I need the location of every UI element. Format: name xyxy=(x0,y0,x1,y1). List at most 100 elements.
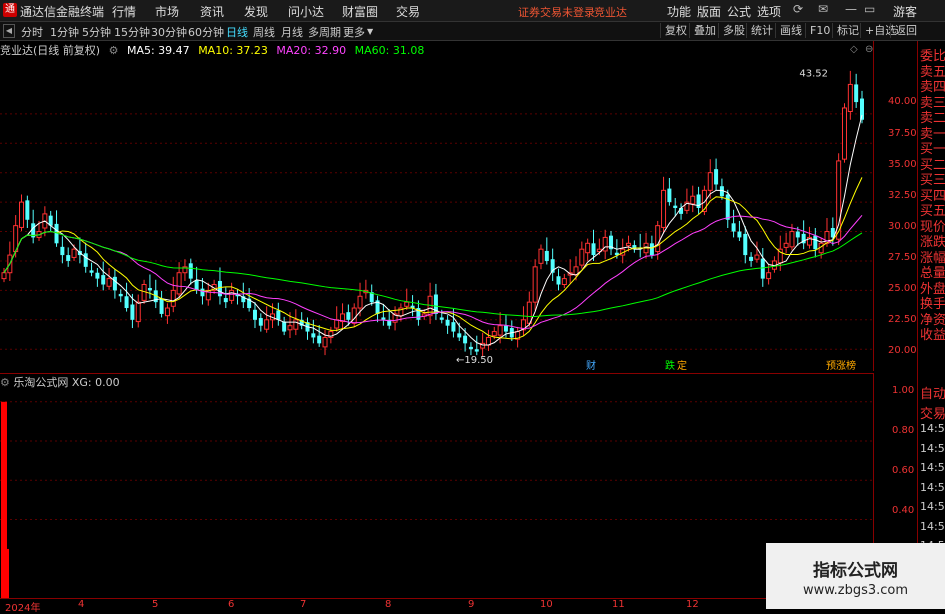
candle[interactable] xyxy=(25,195,30,229)
candle[interactable] xyxy=(101,261,106,291)
candle[interactable] xyxy=(737,220,742,241)
candle[interactable] xyxy=(205,282,211,306)
candle[interactable] xyxy=(643,232,649,259)
tab-30min[interactable]: 30分钟 xyxy=(151,24,187,40)
refresh-icon[interactable]: ⟳ xyxy=(793,2,803,16)
trade-label[interactable]: 交易 xyxy=(920,403,945,422)
candle[interactable] xyxy=(684,188,690,214)
candle[interactable] xyxy=(556,268,561,291)
settings-icon[interactable]: ⚙ xyxy=(109,44,119,57)
back-arrow-icon[interactable]: ◀ xyxy=(3,24,15,38)
candle[interactable] xyxy=(66,247,71,267)
candle[interactable] xyxy=(667,177,672,206)
candle[interactable] xyxy=(170,276,176,313)
candle[interactable] xyxy=(159,290,164,318)
candle[interactable] xyxy=(749,252,754,267)
candle[interactable] xyxy=(515,326,521,348)
tab-1min[interactable]: 1分钟 xyxy=(50,24,79,40)
candle[interactable] xyxy=(445,315,450,334)
candle[interactable] xyxy=(609,230,614,256)
candle[interactable] xyxy=(538,244,544,270)
candle[interactable] xyxy=(363,279,369,299)
restore-icon[interactable]: ▭ xyxy=(864,2,875,16)
mail-icon[interactable]: ✉ xyxy=(818,2,828,16)
menu-item-ask[interactable]: 问小达 xyxy=(288,3,324,20)
trade-label[interactable]: 自动 xyxy=(920,383,945,402)
candlestick-chart[interactable]: 43.52 ←19.50 财 跌定 预涨榜 ◇ ⊖ xyxy=(0,41,873,371)
candle[interactable] xyxy=(485,329,491,351)
multi-stock-button[interactable]: 多股 xyxy=(718,23,749,38)
menu-item-wealth[interactable]: 财富圈 xyxy=(342,3,378,20)
candle[interactable] xyxy=(317,325,322,347)
candle[interactable] xyxy=(106,268,112,290)
menu-item-function[interactable]: 功能 xyxy=(667,3,691,20)
candle[interactable] xyxy=(806,226,812,249)
return-button[interactable]: 返回 xyxy=(890,23,921,38)
candle[interactable] xyxy=(135,294,141,328)
candle[interactable] xyxy=(241,282,246,309)
candle[interactable] xyxy=(544,237,549,265)
candle[interactable] xyxy=(731,209,736,238)
menu-item-trade[interactable]: 交易 xyxy=(396,3,420,20)
tab-intraday[interactable]: 分时 xyxy=(21,24,43,40)
menu-item-layout[interactable]: 版面 xyxy=(697,3,721,20)
candle[interactable] xyxy=(427,282,433,324)
candle[interactable] xyxy=(532,259,538,311)
candle[interactable] xyxy=(854,73,859,108)
minimize-icon[interactable]: — xyxy=(845,2,857,16)
candle[interactable] xyxy=(369,284,374,306)
candle[interactable] xyxy=(217,267,222,305)
menu-item-market[interactable]: 行情 xyxy=(112,3,136,20)
candle[interactable] xyxy=(60,236,65,264)
candle[interactable] xyxy=(754,241,760,263)
menu-item-news[interactable]: 资讯 xyxy=(200,3,224,20)
candle[interactable] xyxy=(451,308,456,338)
candle[interactable] xyxy=(813,228,818,258)
candle[interactable] xyxy=(766,265,772,285)
tab-5min[interactable]: 5分钟 xyxy=(82,24,111,40)
candle[interactable] xyxy=(182,259,188,281)
candle[interactable] xyxy=(602,229,608,260)
candle[interactable] xyxy=(147,274,152,299)
candle[interactable] xyxy=(334,306,340,332)
candle[interactable] xyxy=(638,233,643,258)
candle[interactable] xyxy=(95,268,100,287)
candle[interactable] xyxy=(567,259,573,284)
candle[interactable] xyxy=(714,158,719,191)
candle[interactable] xyxy=(690,185,696,213)
draw-button[interactable]: 画线 xyxy=(775,23,806,38)
candle[interactable] xyxy=(679,203,684,220)
tab-daily[interactable]: 日线 xyxy=(226,24,248,40)
candle[interactable] xyxy=(112,269,117,299)
candle[interactable] xyxy=(632,240,637,253)
login-notice[interactable]: 证券交易未登录 xyxy=(518,4,595,20)
candle[interactable] xyxy=(124,282,129,312)
chevron-down-icon[interactable]: ▼ xyxy=(367,27,373,36)
candle[interactable] xyxy=(801,220,806,250)
tab-weekly[interactable]: 周线 xyxy=(253,24,275,40)
candle[interactable] xyxy=(579,241,585,269)
candle[interactable] xyxy=(410,295,415,317)
candle[interactable] xyxy=(89,262,94,277)
adjust-button[interactable]: 复权 xyxy=(660,23,691,38)
menu-item-exchange[interactable]: 市场 xyxy=(155,3,179,20)
stats-button[interactable]: 统计 xyxy=(746,23,777,38)
candle[interactable] xyxy=(328,326,334,344)
candle[interactable] xyxy=(847,70,853,120)
candle[interactable] xyxy=(153,279,158,309)
f10-button[interactable]: F10 xyxy=(805,23,834,38)
menu-item-discover[interactable]: 发现 xyxy=(244,3,268,20)
candle[interactable] xyxy=(719,178,724,200)
candle[interactable] xyxy=(375,295,380,323)
candle[interactable] xyxy=(258,313,263,332)
candle[interactable] xyxy=(474,335,479,356)
tab-60min[interactable]: 60分钟 xyxy=(188,24,224,40)
candle[interactable] xyxy=(264,306,270,333)
tab-monthly[interactable]: 月线 xyxy=(281,24,303,40)
candle[interactable] xyxy=(118,289,123,303)
candle[interactable] xyxy=(305,317,310,340)
candle[interactable] xyxy=(164,303,170,324)
candle[interactable] xyxy=(322,329,328,356)
indicator-chart[interactable] xyxy=(0,373,873,599)
candle[interactable] xyxy=(404,288,410,310)
